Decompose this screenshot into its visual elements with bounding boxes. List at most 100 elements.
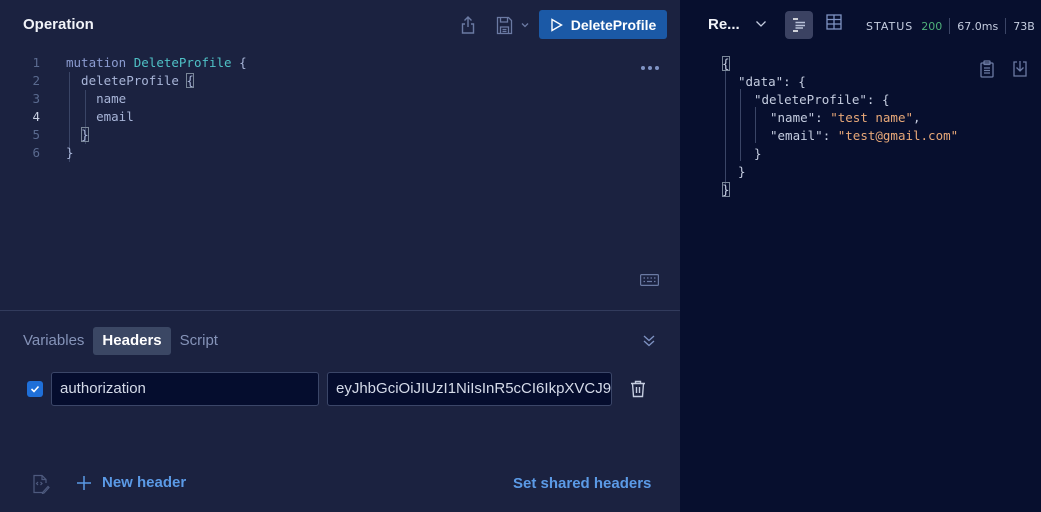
- code-token: }: [81, 127, 89, 142]
- indent-guide: [740, 89, 741, 161]
- json-token: "deleteProfile": [754, 92, 867, 107]
- line-number: 3: [32, 91, 40, 106]
- json-token: {: [722, 56, 730, 71]
- code-line[interactable]: 6}: [0, 144, 600, 162]
- headers-footer: New header Set shared headers: [0, 470, 680, 498]
- chevron-down-icon: [756, 21, 766, 27]
- panel-divider[interactable]: [0, 310, 680, 311]
- json-token: : {: [866, 92, 890, 107]
- tab-variables[interactable]: Variables: [14, 327, 93, 355]
- line-number: 5: [32, 127, 40, 142]
- json-line: "email": "test@gmail.com": [770, 127, 958, 145]
- table-view-toggle[interactable]: [826, 14, 848, 36]
- json-line: }: [722, 181, 730, 199]
- table-icon: [826, 14, 842, 30]
- set-shared-headers-link[interactable]: Set shared headers: [513, 475, 651, 492]
- download-response-button[interactable]: [1012, 60, 1028, 78]
- header-key-input[interactable]: authorization: [51, 372, 319, 406]
- line-number: 1: [32, 55, 40, 70]
- json-token: "data": [738, 74, 784, 89]
- download-icon: [1013, 61, 1027, 77]
- more-icon-dot: [641, 66, 645, 70]
- code-token: name: [66, 91, 127, 106]
- more-icon-dot: [648, 66, 652, 70]
- response-time: 67.0ms: [957, 19, 999, 33]
- tab-headers[interactable]: Headers: [93, 327, 171, 355]
- indent-guide: [755, 107, 756, 143]
- json-token: "name": [770, 110, 816, 125]
- check-icon: [30, 385, 40, 393]
- code-line[interactable]: 5 }: [0, 126, 600, 144]
- code-line[interactable]: 2 deleteProfile {: [0, 72, 600, 90]
- tab-script[interactable]: Script: [171, 327, 227, 355]
- delete-header-button[interactable]: [628, 379, 648, 399]
- json-token: }: [738, 164, 746, 179]
- play-icon: [551, 17, 563, 32]
- code-token: {: [231, 55, 247, 70]
- code-token: }: [66, 145, 74, 160]
- json-line: }: [754, 145, 762, 163]
- operation-editor[interactable]: 1 mutation DeleteProfile {2 deleteProfile…: [0, 52, 680, 307]
- run-operation-button[interactable]: DeleteProfile: [539, 10, 667, 39]
- collapse-panel-button[interactable]: [641, 333, 657, 349]
- code-line[interactable]: 4 email: [0, 108, 600, 126]
- copy-response-button[interactable]: [979, 60, 995, 78]
- response-status: STATUS 200 67.0ms 73B: [866, 18, 1035, 34]
- line-number: 4: [32, 109, 40, 124]
- save-icon: [496, 16, 512, 34]
- line-number: 6: [32, 145, 40, 160]
- json-token: "email": [770, 128, 823, 143]
- code-text: email: [66, 108, 134, 126]
- json-line: }: [738, 163, 746, 181]
- json-line: "data": {: [738, 73, 806, 91]
- bottom-tabs: Variables Headers Script: [14, 327, 227, 355]
- json-token: :: [815, 110, 831, 125]
- clipboard-icon: [980, 60, 994, 78]
- response-title[interactable]: Re...: [708, 16, 740, 33]
- share-button[interactable]: [457, 13, 479, 37]
- status-separator: [949, 18, 951, 34]
- status-separator: [1005, 18, 1007, 34]
- raw-view-toggle[interactable]: [785, 11, 813, 39]
- code-line[interactable]: 1 mutation DeleteProfile {: [0, 54, 600, 72]
- code-token: email: [66, 109, 134, 124]
- status-code: 200: [921, 19, 943, 33]
- code-token: DeleteProfile: [133, 55, 232, 70]
- header-docs-button[interactable]: [32, 474, 50, 495]
- plus-icon: [77, 475, 91, 490]
- json-line: "deleteProfile": {: [754, 91, 889, 109]
- code-token: {: [186, 73, 194, 88]
- editor-more-button[interactable]: [640, 60, 660, 76]
- save-button[interactable]: [493, 13, 515, 37]
- line-number: 2: [32, 73, 40, 88]
- header-row: authorization eyJhbGciOiJIUzI1NiIsInR5cC…: [0, 371, 680, 407]
- json-token: ,: [913, 110, 921, 125]
- new-header-button[interactable]: New header: [76, 474, 186, 491]
- trash-icon: [631, 380, 645, 398]
- json-token: : {: [783, 74, 806, 89]
- json-line: {: [722, 55, 730, 73]
- new-header-label: New header: [102, 474, 187, 491]
- code-line[interactable]: 3 name: [0, 90, 600, 108]
- header-enabled-checkbox[interactable]: [27, 381, 43, 397]
- code-token: deleteProfile: [66, 73, 187, 88]
- code-text: name: [66, 90, 126, 108]
- indent-guide: [725, 66, 726, 194]
- response-dropdown[interactable]: [754, 17, 768, 31]
- header-value-input[interactable]: eyJhbGciOiJIUzI1NiIsInR5cCI6IkpXVCJ9.eyJ: [327, 372, 612, 406]
- keyboard-icon: [640, 274, 659, 287]
- text-align-icon: [793, 18, 805, 32]
- code-text: deleteProfile {: [66, 72, 194, 90]
- keyboard-shortcuts-button[interactable]: [640, 273, 659, 287]
- json-token: "test@gmail.com": [837, 128, 959, 143]
- save-options-dropdown[interactable]: [518, 18, 532, 32]
- json-line: "name": "test name",: [770, 109, 921, 127]
- operation-title: Operation: [23, 16, 94, 33]
- operation-header: Operation DeleteProfile: [0, 0, 680, 50]
- chevron-down-icon: [521, 23, 529, 28]
- response-panel: Re... STATUS 200 67.0ms 73B {"data": {"d…: [680, 0, 1041, 512]
- json-token: }: [722, 182, 730, 197]
- code-text: mutation DeleteProfile {: [66, 54, 247, 72]
